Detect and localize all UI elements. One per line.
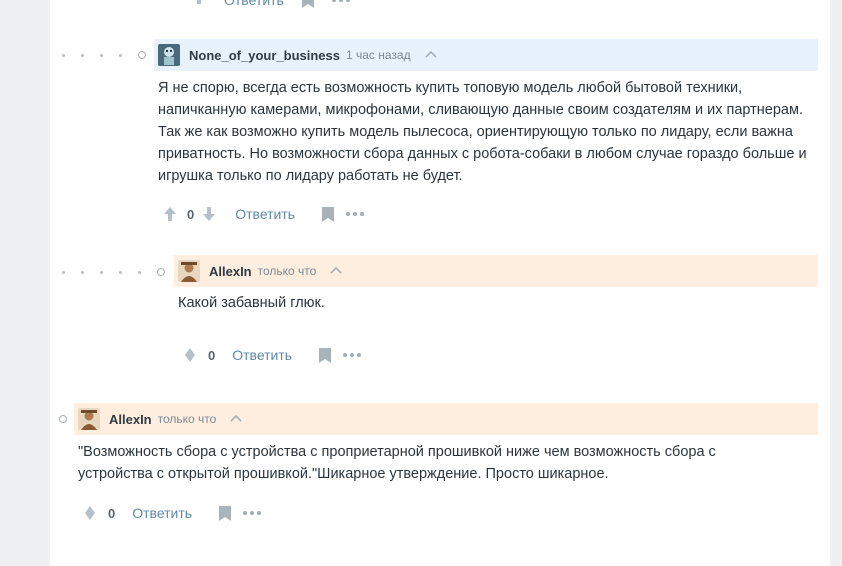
thread-indent-markers — [62, 268, 165, 276]
comment-author[interactable]: AllexIn — [209, 264, 252, 279]
comment-header: AllexIn только что — [74, 403, 818, 435]
comment-author[interactable]: AllexIn — [109, 412, 152, 427]
vote-count: 0 — [187, 206, 195, 222]
previous-comment-actions: Ответить — [192, 0, 350, 9]
robot-avatar-icon[interactable] — [158, 44, 180, 66]
vote-count: 0 — [208, 347, 216, 363]
bookmark-icon[interactable] — [301, 0, 314, 8]
more-icon[interactable] — [331, 0, 350, 2]
reply-link[interactable]: Ответить — [235, 206, 295, 222]
comment-text: "Возможность сбора с устройства с пропри… — [78, 444, 716, 482]
reply-link[interactable]: Ответить — [224, 0, 284, 8]
comment-time[interactable]: только что — [258, 264, 317, 278]
upvote-icon[interactable] — [163, 206, 177, 222]
more-icon[interactable] — [243, 511, 262, 515]
bookmark-icon[interactable] — [319, 347, 332, 363]
user-avatar-icon[interactable] — [178, 260, 200, 282]
go-to-parent-icon[interactable] — [230, 413, 242, 425]
comments-panel: Ответить None_of_your_business 1 час наз… — [50, 0, 830, 566]
go-to-parent-icon[interactable] — [330, 265, 342, 277]
more-icon[interactable] — [343, 353, 362, 357]
vote-count: 0 — [108, 505, 116, 521]
comment-actions: 0 Ответить — [183, 344, 362, 366]
comment-author[interactable]: None_of_your_business — [189, 48, 340, 63]
bookmark-icon[interactable] — [322, 206, 335, 222]
comment-header: AllexIn только что — [174, 255, 818, 287]
more-icon[interactable] — [346, 212, 365, 216]
reply-link[interactable]: Ответить — [232, 347, 292, 363]
upvote-icon[interactable] — [192, 0, 206, 10]
reply-link[interactable]: Ответить — [132, 505, 192, 521]
bookmark-icon[interactable] — [219, 505, 232, 521]
comment-text: Я не спорю, всегда есть возможность купи… — [158, 80, 807, 184]
thread-indent-markers — [62, 51, 146, 59]
vote-icon[interactable] — [183, 347, 197, 363]
go-to-parent-icon[interactable] — [425, 49, 437, 61]
comment-actions: 0 Ответить — [163, 203, 365, 225]
comment-actions: 0 Ответить — [83, 502, 262, 524]
comment-time[interactable]: только что — [158, 412, 217, 426]
vote-icon[interactable] — [83, 505, 97, 521]
downvote-icon[interactable] — [202, 206, 216, 222]
comment-text: Какой забавный глюк. — [178, 295, 325, 311]
thread-indent-markers — [59, 415, 67, 423]
comment-time[interactable]: 1 час назад — [346, 48, 411, 62]
comment-header: None_of_your_business 1 час назад — [154, 39, 818, 71]
user-avatar-icon[interactable] — [78, 408, 100, 430]
